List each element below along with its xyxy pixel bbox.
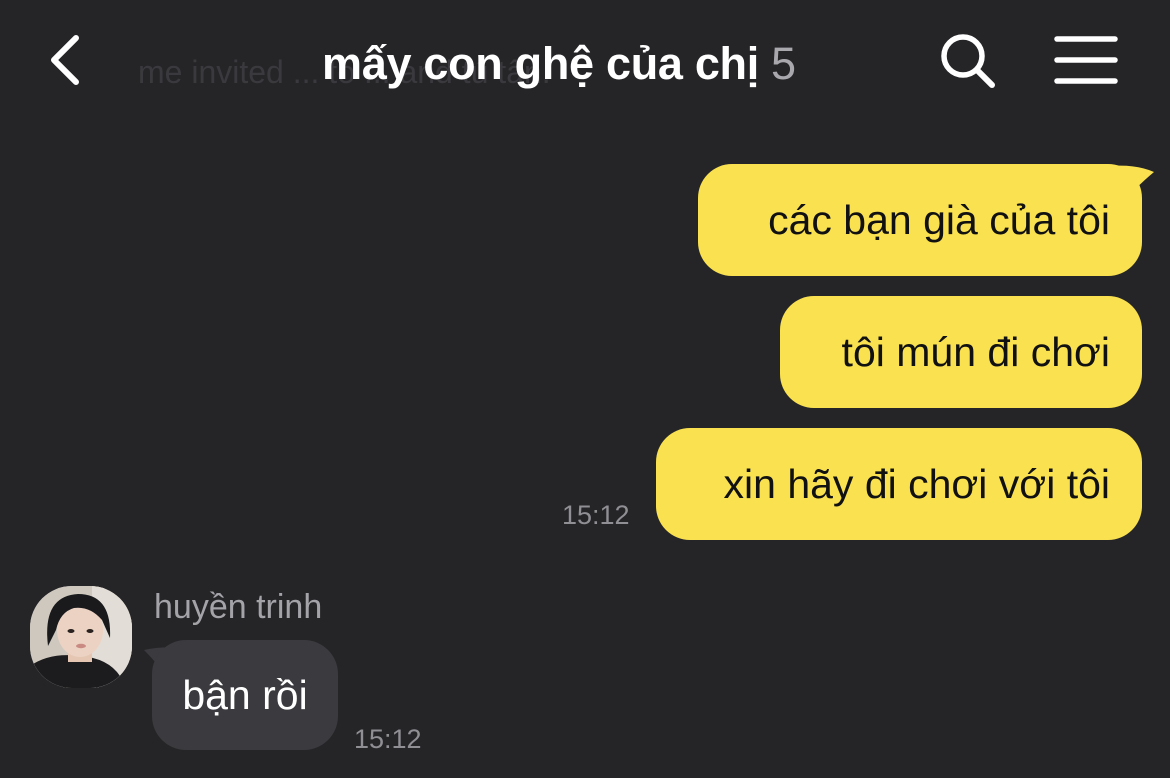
sender-avatar[interactable] (30, 586, 132, 688)
message-bubble-outgoing[interactable]: xin hãy đi chơi với tôi (656, 428, 1142, 540)
chat-title-text: mấy con ghệ của chị (322, 38, 759, 89)
message-timestamp: 15:12 (354, 724, 422, 754)
sender-name: huyền trinh (154, 588, 323, 626)
search-button[interactable] (935, 28, 1001, 94)
member-count: 5 (770, 38, 796, 89)
message-bubble-outgoing[interactable]: các bạn già của tôi (698, 164, 1142, 276)
hamburger-menu-icon (1054, 36, 1118, 84)
message-bubble-outgoing[interactable]: tôi mún đi chơi (780, 296, 1142, 408)
avatar-photo (30, 586, 132, 688)
menu-button[interactable] (1052, 32, 1120, 88)
chat-title: mấy con ghệ của chị 5 (322, 36, 796, 92)
back-button[interactable] (40, 28, 96, 92)
chevron-left-icon (51, 35, 79, 85)
chat-header: me invited ... to ... and tú tân. mấy co… (0, 0, 1170, 130)
search-icon (941, 34, 995, 88)
message-bubble-incoming[interactable]: bận rồi (152, 640, 338, 750)
message-timestamp: 15:12 (562, 500, 630, 530)
